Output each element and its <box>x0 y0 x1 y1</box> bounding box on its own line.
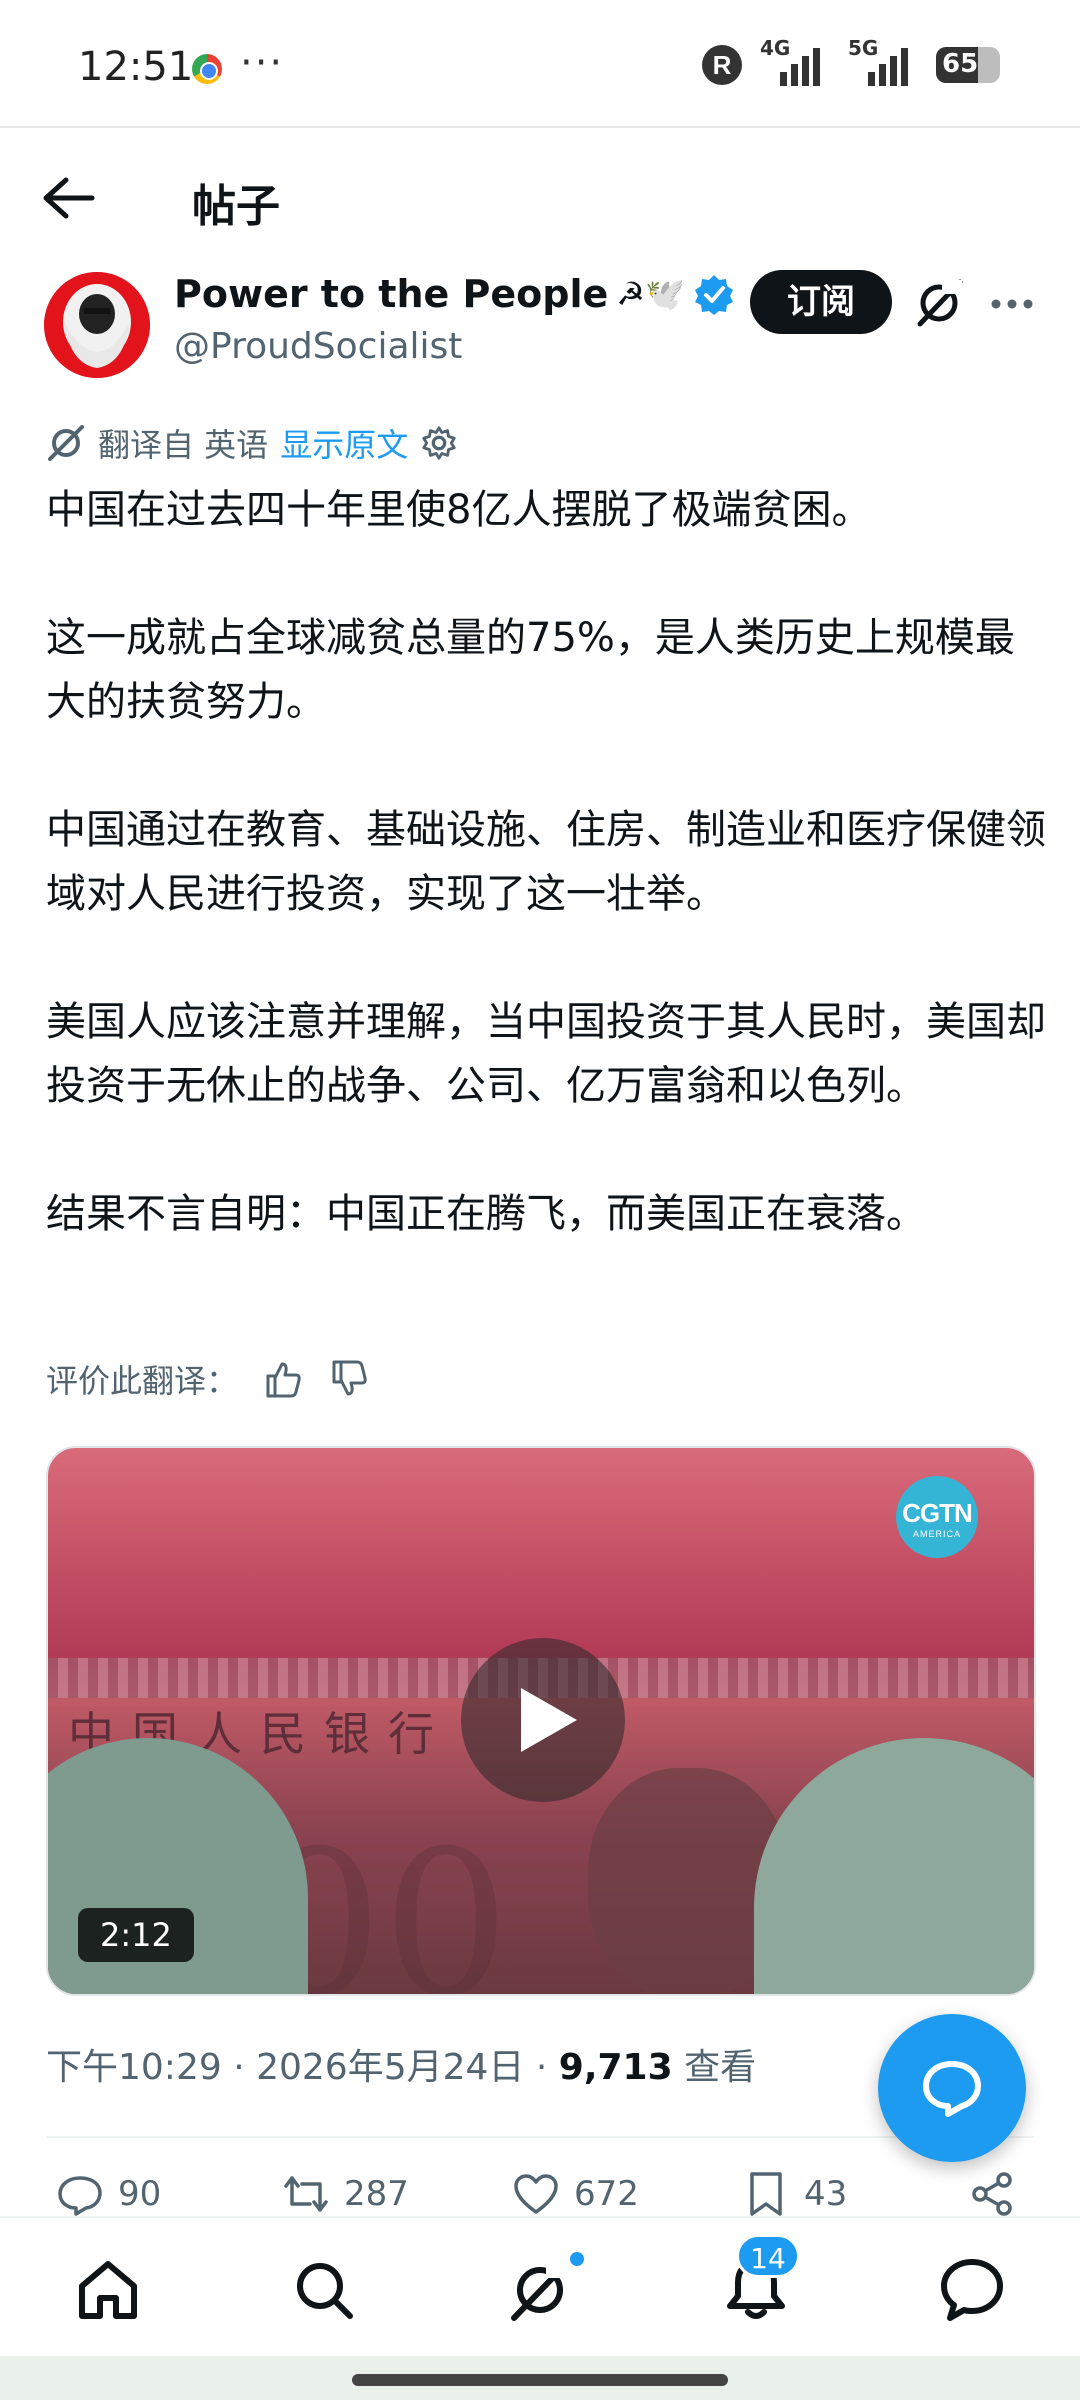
chat-bubble-icon <box>923 2061 981 2117</box>
repost-icon <box>284 2176 328 2212</box>
gear-icon[interactable] <box>420 424 458 462</box>
bookmark-count: 43 <box>804 2174 848 2214</box>
signal-5g-icon: 5G <box>848 36 918 86</box>
author-name[interactable]: Power to the People ☭🕊️ <box>174 272 735 316</box>
message-bubble-icon <box>941 2259 1003 2321</box>
chrome-icon <box>192 54 222 84</box>
counting-machine-right <box>754 1738 1034 1994</box>
signal-4g-icon: 4G <box>760 36 830 86</box>
heart-icon <box>514 2174 558 2214</box>
subscribe-button[interactable]: 订阅 <box>750 270 892 334</box>
grok-translate-icon <box>48 425 84 461</box>
play-button[interactable] <box>461 1638 625 1802</box>
post-meta: 下午10:29 · 2026年5月24日 · 9,713 查看 <box>46 2038 756 2090</box>
views-count: 9,713 <box>558 2047 673 2088</box>
notifications-badge: 14 <box>736 2234 800 2278</box>
meta-separator: · <box>233 2047 257 2088</box>
status-more-dots: ··· <box>240 40 285 86</box>
avatar[interactable] <box>44 272 150 378</box>
status-time: 12:51 <box>78 44 194 90</box>
author-emoji: ☭🕊️ <box>616 275 685 313</box>
author-name-text: Power to the People <box>174 272 609 316</box>
more-options-button[interactable] <box>988 280 1036 328</box>
nav-grok[interactable] <box>504 2254 576 2326</box>
video-player[interactable]: 中国人民银行 100 CGTN AMERICA 2:12 <box>46 1446 1036 1996</box>
post-date: 2026年5月24日 <box>256 2047 525 2088</box>
status-right-group: R 4G 5G 65 <box>702 36 1000 86</box>
grok-icon <box>511 2260 570 2321</box>
post-paragraph-2: 这一成就占全球减贫总量的75%，是人类历史上规模最大的扶贫努力。 <box>46 615 1015 725</box>
thumbs-up-icon[interactable] <box>262 1358 304 1400</box>
battery-icon: 65 <box>936 47 1000 83</box>
cgtn-logo-sub: AMERICA <box>912 1529 961 1539</box>
divider <box>46 2136 1034 2138</box>
bookmark-icon <box>750 2172 782 2216</box>
translated-from-label: 翻译自 英语 <box>98 426 269 464</box>
post-paragraph-3: 中国通过在教育、基础设施、住房、制造业和医疗保健领域对人民进行投资，实现了这一壮… <box>46 807 1046 917</box>
battery-level: 65 <box>942 49 979 79</box>
grok-icon <box>917 279 963 327</box>
repost-button[interactable]: 287 <box>282 2170 409 2218</box>
top-header: 帖子 <box>0 130 1080 260</box>
like-count: 672 <box>574 2174 639 2214</box>
reply-count: 90 <box>118 2174 162 2214</box>
translation-row: 翻译自 英语 显示原文 <box>46 420 458 466</box>
post-paragraph-1: 中国在过去四十年里使8亿人摆脱了极端贫困。 <box>46 487 872 533</box>
bottom-nav: 14 <box>0 2216 1080 2356</box>
status-bar: 12:51 ··· R 4G 5G 65 <box>0 0 1080 128</box>
rate-translation-row: 评价此翻译： <box>46 1356 370 1402</box>
author-handle[interactable]: @ProudSocialist <box>174 326 462 367</box>
grok-button[interactable] <box>912 276 966 330</box>
nav-search[interactable] <box>288 2254 360 2326</box>
nav-home[interactable] <box>72 2254 144 2326</box>
marx-portrait-icon <box>44 272 150 378</box>
views-label: 查看 <box>684 2047 757 2088</box>
video-duration: 2:12 <box>78 1908 194 1962</box>
page-title: 帖子 <box>192 181 280 232</box>
gesture-handle[interactable] <box>352 2374 728 2386</box>
r-badge-icon: R <box>702 45 742 85</box>
post-time: 下午10:29 <box>46 2047 222 2088</box>
share-icon <box>972 2172 1012 2216</box>
cgtn-logo-text: CGTN <box>902 1498 973 1528</box>
post-paragraph-5: 结果不言自明：中国正在腾飞，而美国正在衰落。 <box>46 1191 926 1237</box>
show-original-link[interactable]: 显示原文 <box>280 420 408 466</box>
verified-badge-icon <box>694 275 733 315</box>
reply-fab-button[interactable] <box>878 2014 1026 2162</box>
post-text: 中国在过去四十年里使8亿人摆脱了极端贫困。 这一成就占全球减贫总量的75%，是人… <box>46 478 1046 1246</box>
rate-translation-label: 评价此翻译： <box>46 1362 239 1400</box>
home-icon <box>79 2261 137 2319</box>
reply-button[interactable]: 90 <box>56 2170 161 2218</box>
like-button[interactable]: 672 <box>512 2170 639 2218</box>
back-arrow-icon <box>43 177 95 219</box>
more-horizontal-icon <box>991 299 1033 309</box>
reply-icon <box>58 2176 102 2216</box>
repost-count: 287 <box>344 2174 409 2214</box>
post-paragraph-4: 美国人应该注意并理解，当中国投资于其人民时，美国却投资于无休止的战争、公司、亿万… <box>46 999 1046 1109</box>
play-icon <box>521 1688 577 1752</box>
search-icon <box>297 2263 353 2319</box>
nav-messages[interactable] <box>936 2254 1008 2326</box>
back-button[interactable] <box>40 172 100 224</box>
meta-separator: · <box>535 2047 559 2088</box>
cgtn-logo: CGTN AMERICA <box>896 1476 978 1558</box>
bookmark-button[interactable]: 43 <box>742 2170 847 2218</box>
thumbs-down-icon[interactable] <box>328 1358 370 1400</box>
grok-notification-dot <box>568 2250 586 2268</box>
share-button[interactable] <box>968 2170 1016 2218</box>
